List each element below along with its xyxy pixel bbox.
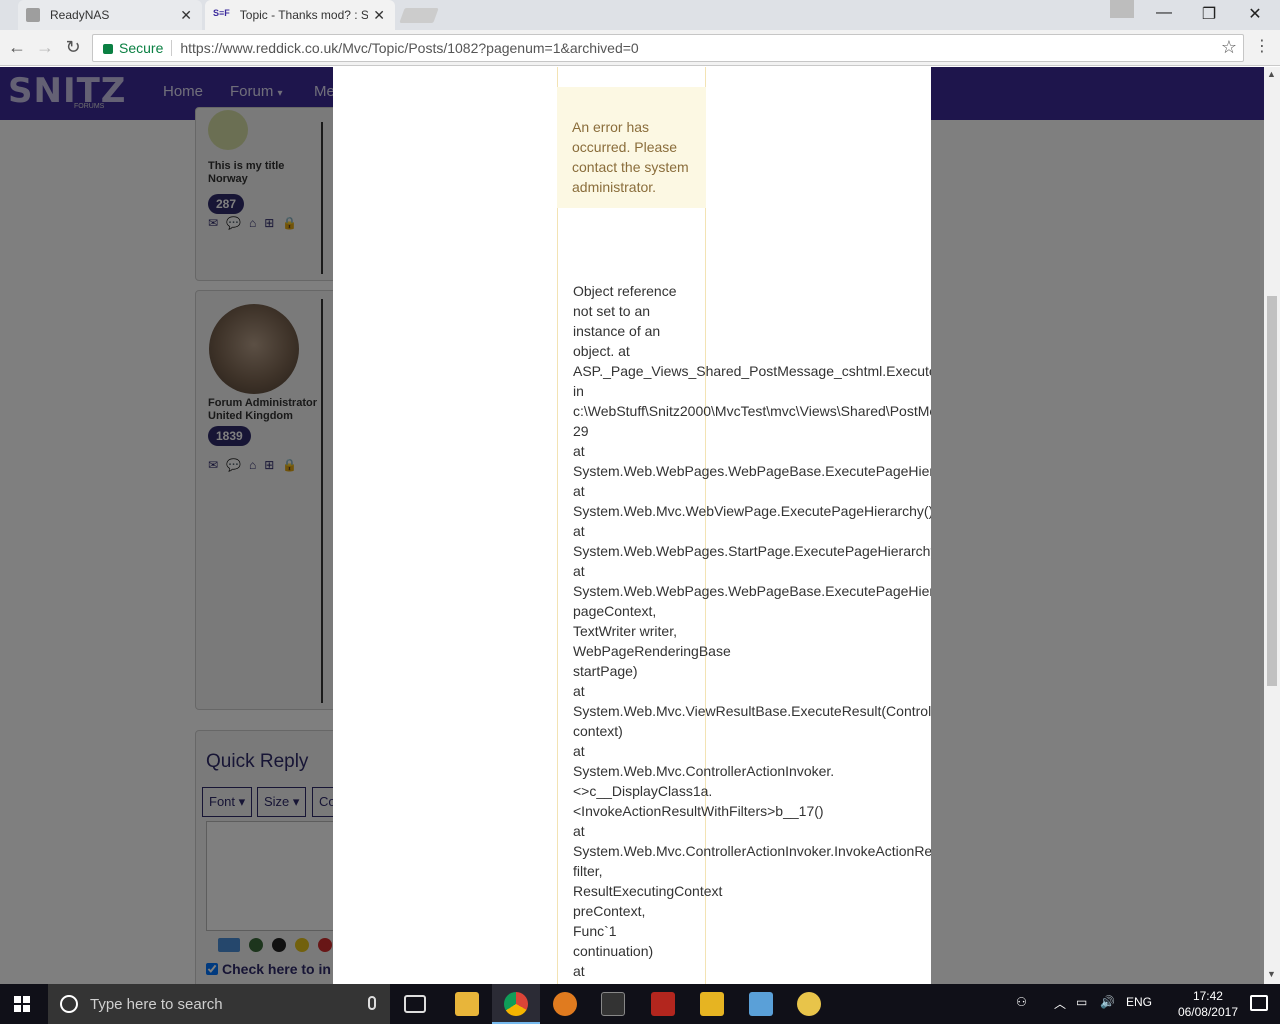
stack-trace-line: <>c__DisplayClass1a.	[573, 783, 713, 799]
stack-trace-line: <InvokeActionResultWithFilters>b__17()	[573, 803, 824, 819]
stack-trace-line: object. at	[573, 343, 630, 359]
browser-toolbar: ← → ↻ Secure https://www.reddick.co.uk/M…	[0, 30, 1280, 66]
stack-trace-line: System.Web.Mvc.ControllerActionInvoker.I…	[573, 843, 931, 859]
stack-trace-line: not set to an	[573, 303, 651, 319]
stack-trace-line: at	[573, 683, 585, 699]
error-alert: An error has occurred. Please contact th…	[557, 87, 706, 208]
forward-icon[interactable]: →	[34, 37, 56, 58]
restore-button[interactable]: ❐	[1197, 4, 1221, 24]
stack-trace-line: in	[573, 383, 584, 399]
tab-title: Topic - Thanks mod? : Sn	[239, 8, 368, 22]
stack-trace-line: at	[573, 823, 585, 839]
stack-trace-line: context)	[573, 723, 623, 739]
stack-trace-line: instance of an	[573, 323, 661, 339]
tab-title: ReadyNAS	[50, 8, 110, 22]
microphone-icon[interactable]	[368, 996, 376, 1010]
app-icon[interactable]	[553, 992, 577, 1016]
tab-readynas[interactable]: ReadyNAS ✕	[18, 0, 202, 30]
omnibox-divider	[171, 40, 173, 56]
stack-trace-line: continuation)	[573, 943, 654, 959]
url-text[interactable]: https://www.reddick.co.uk/Mvc/Topic/Post…	[180, 40, 638, 56]
filezilla-icon[interactable]	[651, 992, 675, 1016]
file-explorer-icon[interactable]	[455, 992, 479, 1016]
stack-trace-line: at	[573, 743, 585, 759]
stack-trace-line: at	[573, 523, 585, 539]
stack-trace-line: 29	[573, 423, 589, 439]
archive-icon[interactable]	[700, 992, 724, 1016]
new-tab-button[interactable]	[399, 8, 439, 23]
network-app-icon[interactable]	[749, 992, 773, 1016]
stack-trace-line: System.Web.WebPages.WebPageBase.ExecuteP…	[573, 583, 931, 599]
notification-center-icon[interactable]	[1250, 995, 1268, 1011]
close-tab-icon[interactable]: ✕	[180, 7, 192, 24]
page-viewport: SNITZ FORUMS Home Forum ▾ Me This is my …	[0, 67, 1264, 984]
tray-expand-icon[interactable]: ︿	[1054, 995, 1066, 1012]
stack-trace-line: ASP._Page_Views_Shared_PostMessage_cshtm…	[573, 363, 931, 379]
close-tab-icon[interactable]: ✕	[373, 7, 385, 24]
close-window-button[interactable]: ✕	[1243, 4, 1267, 24]
clock-date: 06/08/2017	[1177, 1005, 1238, 1019]
bookmark-star-icon[interactable]: ☆	[1221, 37, 1237, 58]
cortana-icon	[60, 995, 78, 1013]
stack-trace-line: System.Web.WebPages.WebPageBase.ExecuteP…	[573, 463, 931, 479]
page-scrollbar[interactable]: ▲ ▼	[1264, 67, 1280, 984]
reload-icon[interactable]: ↻	[62, 37, 84, 58]
terminal-icon[interactable]	[601, 992, 625, 1016]
stack-trace: Object reference not set to an instance of…	[573, 281, 931, 981]
minimize-button[interactable]: —	[1152, 4, 1176, 22]
stack-trace-line: filter,	[573, 863, 603, 879]
snitz-favicon-icon: S≡F	[213, 8, 230, 18]
stack-trace-line: System.Web.Mvc.ControllerActionInvoker.	[573, 763, 835, 779]
stack-trace-line: at	[573, 483, 585, 499]
stack-trace-line: at	[573, 963, 585, 979]
scroll-down-icon[interactable]: ▼	[1267, 969, 1276, 979]
stack-trace-line: WebPageRenderingBase	[573, 643, 731, 659]
stack-trace-line: System.Web.Mvc.WebViewPage.ExecutePageHi…	[573, 503, 931, 519]
stack-trace-line: startPage)	[573, 663, 638, 679]
stack-trace-line: at	[573, 443, 585, 459]
scroll-thumb[interactable]	[1267, 296, 1277, 686]
secure-label: Secure	[119, 40, 164, 56]
stack-trace-line: System.Web.Mvc.ViewResultBase.ExecuteRes…	[573, 703, 931, 719]
people-icon[interactable]: ⚇	[1016, 995, 1027, 1009]
stack-trace-line: at	[573, 563, 585, 579]
profile-icon[interactable]	[1110, 0, 1134, 18]
search-placeholder: Type here to search	[90, 995, 223, 1013]
system-clock[interactable]: 17:42 06/08/2017	[1178, 988, 1238, 1020]
stack-trace-line: ResultExecutingContext	[573, 883, 723, 899]
stack-trace-line: c:\WebStuff\Snitz2000\MvcTest\mvc\Views\…	[573, 403, 931, 419]
stack-trace-line: preContext,	[573, 903, 646, 919]
error-modal: An error has occurred. Please contact th…	[333, 67, 931, 984]
tab-strip: ReadyNAS ✕ S≡F Topic - Thanks mod? : Sn …	[0, 0, 1280, 30]
stack-trace-line: Func`1	[573, 923, 617, 939]
stack-trace-line: System.Web.WebPages.StartPage.ExecutePag…	[573, 543, 931, 559]
task-view-icon[interactable]	[404, 995, 426, 1013]
clock-time: 17:42	[1192, 989, 1223, 1003]
readynas-favicon-icon	[26, 8, 40, 22]
volume-icon[interactable]: 🔊	[1100, 995, 1115, 1009]
tab-topic[interactable]: S≡F Topic - Thanks mod? : Sn ✕	[205, 0, 395, 30]
scroll-up-icon[interactable]: ▲	[1267, 69, 1276, 79]
address-bar[interactable]: Secure https://www.reddick.co.uk/Mvc/Top…	[92, 34, 1244, 62]
back-icon[interactable]: ←	[6, 37, 28, 58]
windows-start-icon[interactable]	[14, 996, 30, 1012]
language-indicator[interactable]: ENG	[1126, 995, 1152, 1009]
chat-app-icon[interactable]	[797, 992, 821, 1016]
taskbar-search[interactable]: Type here to search	[48, 984, 390, 1024]
stack-trace-line: TextWriter writer,	[573, 623, 677, 639]
taskbar: Type here to search ⚇ ︿ ▭ 🔊 ENG 17:42 06…	[0, 984, 1280, 1024]
lock-icon	[103, 44, 113, 54]
stack-trace-line: Object reference	[573, 283, 677, 299]
chrome-icon[interactable]	[504, 992, 528, 1016]
browser-menu-icon[interactable]: ⋮	[1254, 36, 1270, 56]
stack-trace-line: pageContext,	[573, 603, 657, 619]
network-icon[interactable]: ▭	[1076, 995, 1087, 1009]
